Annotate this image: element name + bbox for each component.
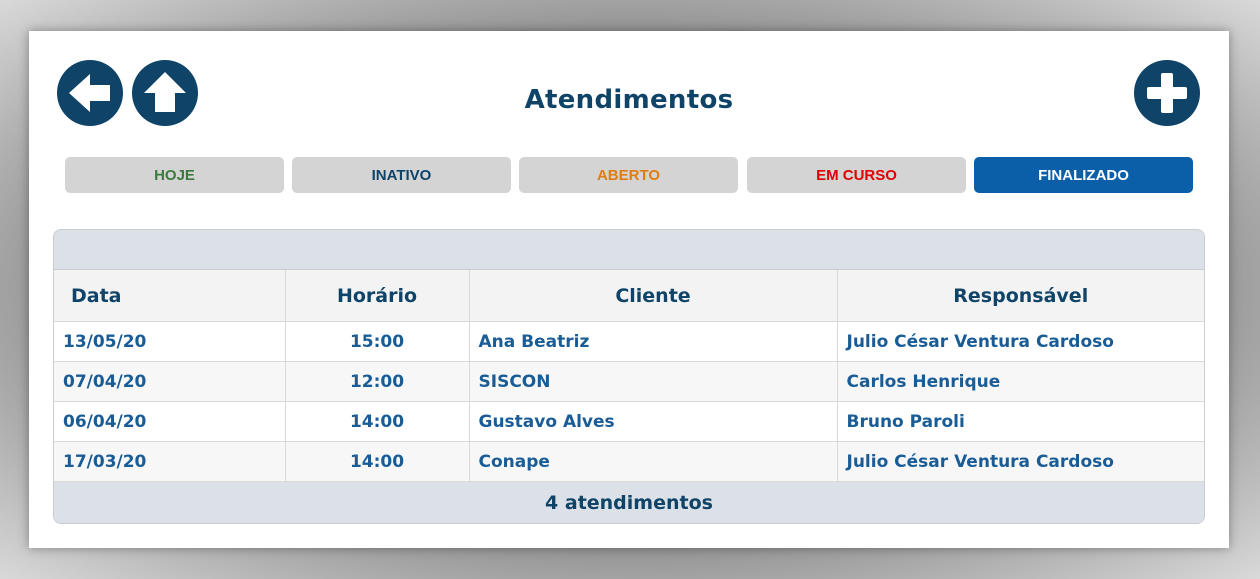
cell-cliente: Ana Beatriz bbox=[469, 321, 838, 362]
main-panel: Atendimentos HOJE INATIVO ABERTO EM CURS… bbox=[29, 31, 1229, 548]
atendimentos-card: Data Horário Cliente Responsável 13/05/2… bbox=[53, 229, 1205, 524]
cell-data: 07/04/20 bbox=[54, 361, 286, 402]
cell-responsavel: Julio César Ventura Cardoso bbox=[837, 441, 1204, 482]
table-footer-count: 4 atendimentos bbox=[54, 482, 1204, 523]
atendimentos-table: Data Horário Cliente Responsável 13/05/2… bbox=[54, 270, 1204, 482]
tab-hoje[interactable]: HOJE bbox=[65, 157, 284, 193]
cell-data: 06/04/20 bbox=[54, 401, 286, 442]
table-header-row: Data Horário Cliente Responsável bbox=[54, 270, 1204, 322]
cell-cliente: Conape bbox=[469, 441, 838, 482]
cell-cliente: Gustavo Alves bbox=[469, 401, 838, 442]
tab-aberto[interactable]: ABERTO bbox=[519, 157, 738, 193]
cell-horario: 15:00 bbox=[285, 321, 470, 362]
page-title: Atendimentos bbox=[524, 85, 734, 115]
table-row[interactable]: 06/04/20 14:00 Gustavo Alves Bruno Parol… bbox=[54, 401, 1204, 442]
cell-data: 17/03/20 bbox=[54, 441, 286, 482]
cell-responsavel: Julio César Ventura Cardoso bbox=[837, 321, 1204, 362]
cell-horario: 14:00 bbox=[285, 401, 470, 442]
cell-responsavel: Bruno Paroli bbox=[837, 401, 1204, 442]
column-header-data[interactable]: Data bbox=[54, 270, 286, 322]
table-row[interactable]: 07/04/20 12:00 SISCON Carlos Henrique bbox=[54, 361, 1204, 402]
tab-inativo[interactable]: INATIVO bbox=[292, 157, 511, 193]
cell-responsavel: Carlos Henrique bbox=[837, 361, 1204, 402]
card-header bbox=[54, 230, 1204, 270]
plus-icon bbox=[1147, 73, 1187, 113]
tab-finalizado[interactable]: FINALIZADO bbox=[974, 157, 1193, 193]
tab-em-curso[interactable]: EM CURSO bbox=[747, 157, 966, 193]
add-button[interactable] bbox=[1134, 60, 1200, 126]
window-frame: Atendimentos HOJE INATIVO ABERTO EM CURS… bbox=[0, 0, 1260, 579]
table-row[interactable]: 17/03/20 14:00 Conape Julio César Ventur… bbox=[54, 441, 1204, 482]
column-header-horario[interactable]: Horário bbox=[285, 270, 470, 322]
column-header-responsavel[interactable]: Responsável bbox=[837, 270, 1204, 322]
status-tabs: HOJE INATIVO ABERTO EM CURSO FINALIZADO bbox=[65, 157, 1193, 193]
cell-data: 13/05/20 bbox=[54, 321, 286, 362]
cell-horario: 12:00 bbox=[285, 361, 470, 402]
table-row[interactable]: 13/05/20 15:00 Ana Beatriz Julio César V… bbox=[54, 321, 1204, 362]
cell-horario: 14:00 bbox=[285, 441, 470, 482]
cell-cliente: SISCON bbox=[469, 361, 838, 402]
column-header-cliente[interactable]: Cliente bbox=[469, 270, 838, 322]
